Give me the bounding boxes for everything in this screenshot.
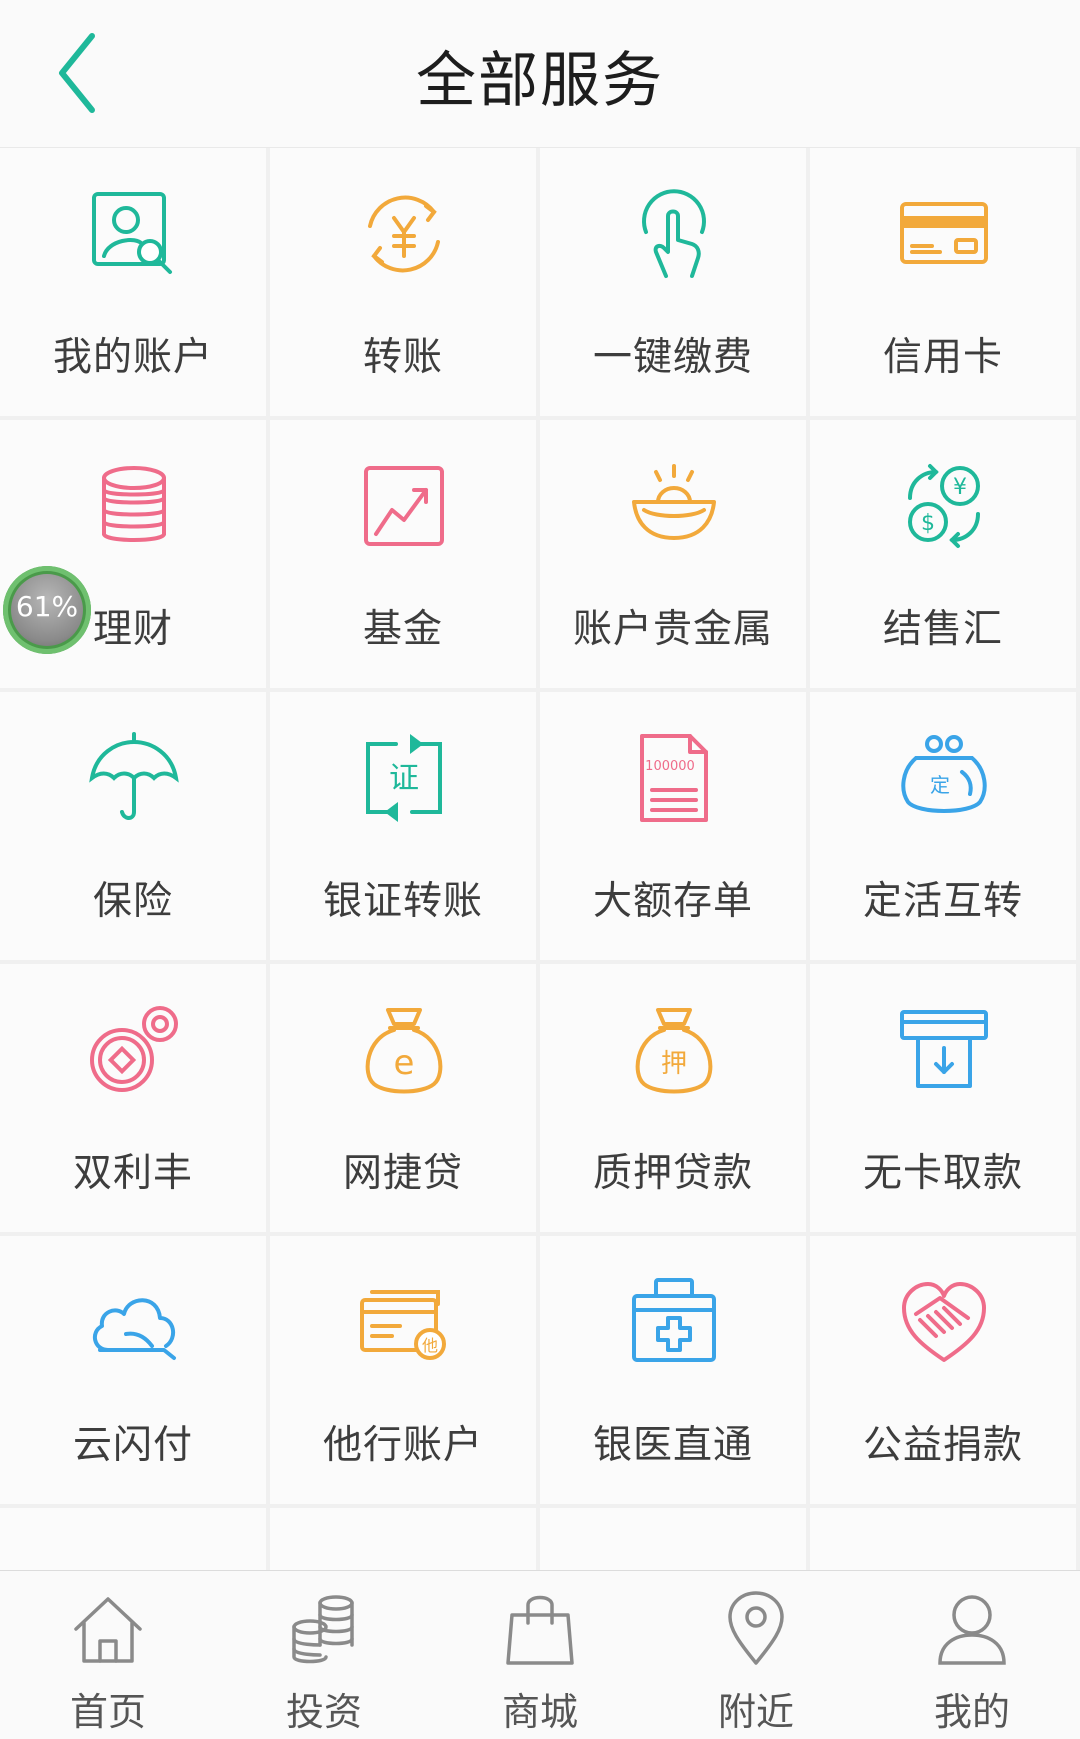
service-securities-transfer[interactable]: 证 银证转账 [270, 692, 536, 960]
tab-label: 商城 [501, 1690, 578, 1734]
service-wangjiedai[interactable]: e 网捷贷 [270, 964, 536, 1232]
svg-text:$: $ [921, 511, 935, 536]
money-bag-e-icon: e [365, 1008, 443, 1094]
other-bank-card-icon: 他 [360, 1290, 446, 1360]
transfer-yuan-icon [368, 195, 440, 273]
service-cardless-withdraw[interactable]: 无卡取款 [810, 964, 1076, 1232]
partial-shield-icon [356, 1546, 452, 1570]
service-label: 公益捐款 [862, 1423, 1023, 1468]
service-tile-partial[interactable] [270, 1508, 536, 1570]
service-label: 结售汇 [882, 607, 1003, 652]
pledge-bag-icon: 押 [635, 1008, 713, 1094]
service-label: 定活互转 [862, 879, 1023, 924]
deposit-certificate-icon: 100000 [640, 734, 708, 822]
service-one-click-pay[interactable]: 一键缴费 [540, 148, 806, 416]
svg-text:证: 证 [389, 761, 419, 796]
service-tile-empty [810, 1508, 1076, 1570]
service-label: 双利丰 [72, 1151, 193, 1196]
service-transfer[interactable]: 转账 [270, 148, 536, 416]
credit-card-icon [900, 202, 988, 264]
service-label: 基金 [362, 607, 443, 652]
service-label: 我的账户 [52, 335, 213, 380]
svg-text:100000: 100000 [645, 759, 695, 774]
service-credit-card[interactable]: 信用卡 [810, 148, 1076, 416]
svg-text:e: e [394, 1043, 415, 1083]
user-icon [938, 1595, 1006, 1665]
badge-text: 61% [15, 590, 79, 623]
svg-text:定: 定 [930, 773, 950, 797]
service-label: 银证转账 [322, 879, 483, 924]
coin-stack-icon [102, 466, 166, 542]
service-label: 信用卡 [882, 335, 1003, 380]
tab-mall[interactable]: 商城 [432, 1571, 648, 1739]
currency-exchange-icon: ¥ $ [908, 464, 980, 548]
coins-stack-icon [292, 1595, 354, 1664]
tab-label: 附近 [717, 1690, 794, 1734]
service-tile-empty [540, 1508, 806, 1570]
service-large-cd[interactable]: 100000 大额存单 [540, 692, 806, 960]
service-fixed-current[interactable]: 定 定活互转 [810, 692, 1076, 960]
service-charity-donation[interactable]: 公益捐款 [810, 1236, 1076, 1504]
service-precious-metals[interactable]: 账户贵金属 [540, 420, 806, 688]
service-grid: 我的账户 转账 一键缴费 信用卡 理财 基金 账户贵金属 ¥ $ 结售汇 保险 … [0, 148, 1080, 1570]
securities-transfer-icon: 证 [366, 734, 442, 822]
service-shuanglifeng[interactable]: 双利丰 [0, 964, 266, 1232]
floating-progress-badge[interactable]: 61% [3, 566, 91, 654]
medical-kit-icon [632, 1278, 716, 1362]
tab-label: 投资 [285, 1690, 362, 1734]
coins-icon [90, 1006, 178, 1092]
tab-home[interactable]: 首页 [0, 1571, 216, 1739]
service-label: 他行账户 [322, 1423, 483, 1468]
service-fx[interactable]: ¥ $ 结售汇 [810, 420, 1076, 688]
service-insurance[interactable]: 保险 [0, 692, 266, 960]
service-label: 银医直通 [592, 1423, 753, 1468]
service-label: 网捷贷 [342, 1151, 463, 1196]
tab-mine[interactable]: 我的 [864, 1571, 1080, 1739]
service-unionpay-quickpass[interactable]: 云闪付 [0, 1236, 266, 1504]
service-bank-medical[interactable]: 银医直通 [540, 1236, 806, 1504]
page-title: 全部服务 [416, 46, 664, 116]
tab-label: 我的 [933, 1690, 1010, 1734]
shopping-bag-icon [506, 1595, 574, 1665]
cloud-icon [92, 1298, 176, 1360]
partial-card-icon [86, 1546, 182, 1570]
bottom-tab-bar: 首页 投资 商城 附近 我的 [0, 1570, 1080, 1739]
svg-text:押: 押 [661, 1049, 687, 1079]
tab-label: 首页 [69, 1690, 146, 1734]
tab-invest[interactable]: 投资 [216, 1571, 432, 1739]
service-label: 云闪付 [72, 1423, 193, 1468]
account-search-icon [92, 192, 172, 274]
service-fund[interactable]: 基金 [270, 420, 536, 688]
service-label: 转账 [362, 335, 443, 380]
header-bar: 全部服务 [0, 0, 1080, 148]
home-icon [74, 1597, 142, 1663]
location-pin-icon [728, 1591, 784, 1665]
fund-chart-icon [364, 466, 444, 546]
umbrella-icon [89, 732, 179, 820]
tap-finger-icon [642, 189, 706, 278]
charity-heart-icon [902, 1282, 986, 1362]
service-label: 质押贷款 [592, 1151, 753, 1196]
purse-icon: 定 [901, 735, 987, 813]
svg-text:¥: ¥ [953, 475, 967, 500]
service-other-bank-account[interactable]: 他 他行账户 [270, 1236, 536, 1504]
service-label: 保险 [92, 879, 173, 924]
service-label: 一键缴费 [592, 335, 753, 380]
svg-text:他: 他 [422, 1336, 438, 1355]
service-my-account[interactable]: 我的账户 [0, 148, 266, 416]
service-label: 大额存单 [592, 879, 753, 924]
service-pledge-loan[interactable]: 押 质押贷款 [540, 964, 806, 1232]
service-label: 无卡取款 [862, 1151, 1023, 1196]
gold-ingot-icon [632, 464, 716, 540]
tab-nearby[interactable]: 附近 [648, 1571, 864, 1739]
service-tile-partial[interactable] [0, 1508, 266, 1570]
service-label: 账户贵金属 [572, 607, 773, 652]
atm-withdraw-icon [900, 1010, 988, 1088]
